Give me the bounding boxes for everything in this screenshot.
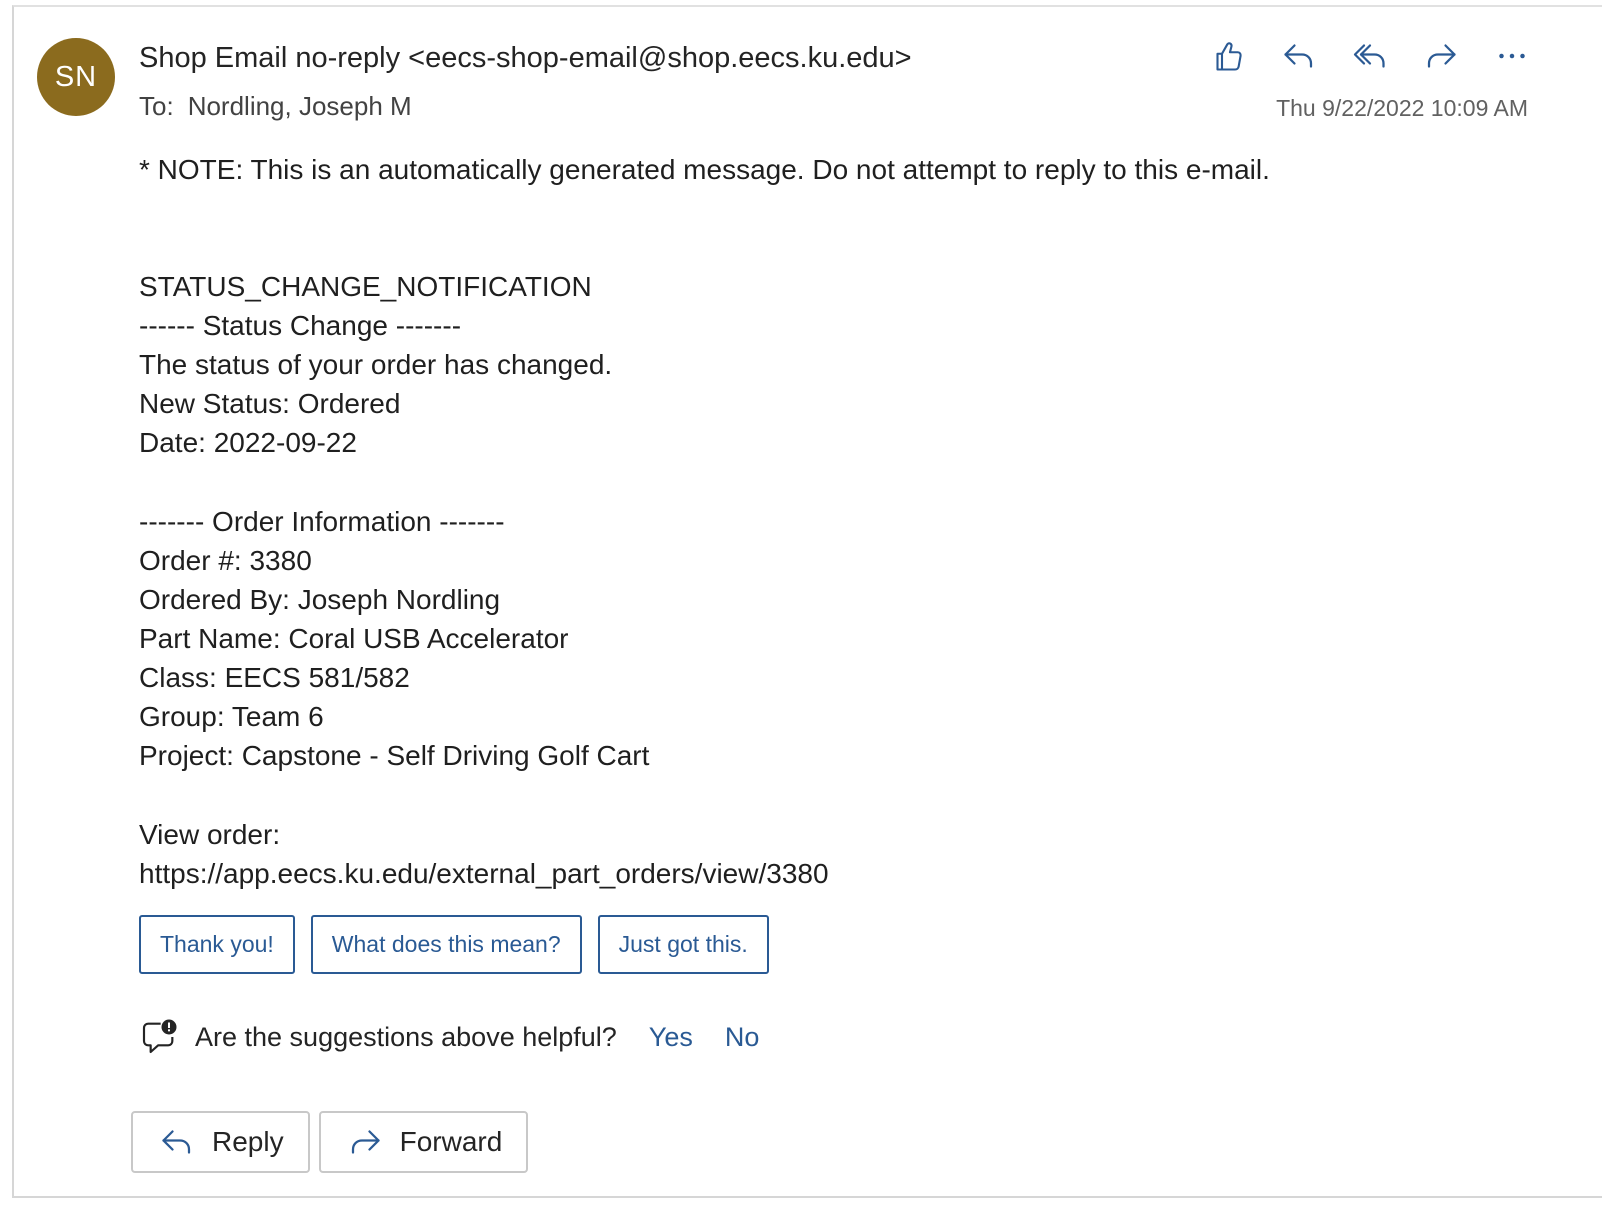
timestamp: Thu 9/22/2022 10:09 AM: [1276, 95, 1528, 121]
suggested-reply-thank-you[interactable]: Thank you!: [139, 915, 295, 974]
more-actions-button[interactable]: [1489, 36, 1535, 76]
reply-bottom-button[interactable]: Reply: [131, 1111, 310, 1173]
recipient-line: To: Nordling, Joseph M: [139, 91, 412, 122]
order-information-block: ------- Order Information ------- Order …: [139, 502, 649, 775]
feedback-icon: [142, 1019, 177, 1054]
status-change-header: ------ Status Change -------: [139, 310, 462, 341]
status-change-block: STATUS_CHANGE_NOTIFICATION ------ Status…: [139, 267, 612, 462]
forward-button-label: Forward: [399, 1126, 503, 1157]
forward-bottom-button[interactable]: Forward: [318, 1111, 529, 1173]
project-name: Project: Capstone - Self Driving Golf Ca…: [139, 740, 650, 771]
like-icon: [1216, 42, 1242, 71]
message-action-bar: [1205, 36, 1535, 76]
suggestion-feedback: Are the suggestions above helpful? Yes N…: [139, 1017, 759, 1057]
auto-note: * NOTE: This is an automatically generat…: [139, 154, 1270, 185]
class-name: Class: EECS 581/582: [139, 662, 410, 693]
view-order-label: View order:: [139, 819, 281, 850]
forward-icon: [1427, 44, 1456, 68]
status-changed-text: The status of your order has changed.: [139, 349, 613, 380]
ordered-by: Ordered By: Joseph Nordling: [139, 584, 501, 615]
view-order-block: View order: https://app.eecs.ku.edu/exte…: [139, 815, 829, 893]
feedback-yes-link[interactable]: Yes: [649, 1022, 693, 1053]
suggested-reply-just-got-this[interactable]: Just got this.: [597, 915, 769, 974]
suggested-reply-what-does-this-mean[interactable]: What does this mean?: [310, 915, 582, 974]
like-button[interactable]: [1205, 36, 1251, 76]
group-name: Group: Team 6: [139, 701, 324, 732]
reply-all-button[interactable]: [1347, 36, 1393, 76]
reply-button-label: Reply: [212, 1126, 284, 1157]
reply-button[interactable]: [1276, 36, 1322, 76]
status-date: Date: 2022-09-22: [139, 427, 357, 458]
feedback-no-link[interactable]: No: [725, 1022, 760, 1053]
forward-button[interactable]: [1418, 36, 1464, 76]
feedback-question: Are the suggestions above helpful?: [195, 1021, 617, 1052]
to-label: To:: [139, 91, 174, 121]
avatar[interactable]: SN: [37, 38, 115, 116]
reply-icon: [162, 1130, 191, 1154]
more-icon: [1499, 53, 1525, 59]
view-order-url[interactable]: https://app.eecs.ku.edu/external_part_or…: [139, 854, 829, 893]
notification-type: STATUS_CHANGE_NOTIFICATION: [139, 271, 592, 302]
sender-line[interactable]: Shop Email no-reply <eecs-shop-email@sho…: [139, 42, 912, 75]
suggested-replies: Thank you! What does this mean? Just got…: [139, 915, 769, 974]
order-number: Order #: 3380: [139, 545, 312, 576]
bottom-action-buttons: Reply Forward: [131, 1111, 529, 1173]
new-status: New Status: Ordered: [139, 388, 401, 419]
recipient-name[interactable]: Nordling, Joseph M: [188, 91, 412, 121]
reply-all-icon: [1353, 44, 1385, 68]
part-name: Part Name: Coral USB Accelerator: [139, 623, 569, 654]
reply-icon: [1284, 44, 1313, 68]
forward-icon: [351, 1130, 380, 1154]
order-info-header: ------- Order Information -------: [139, 506, 505, 537]
